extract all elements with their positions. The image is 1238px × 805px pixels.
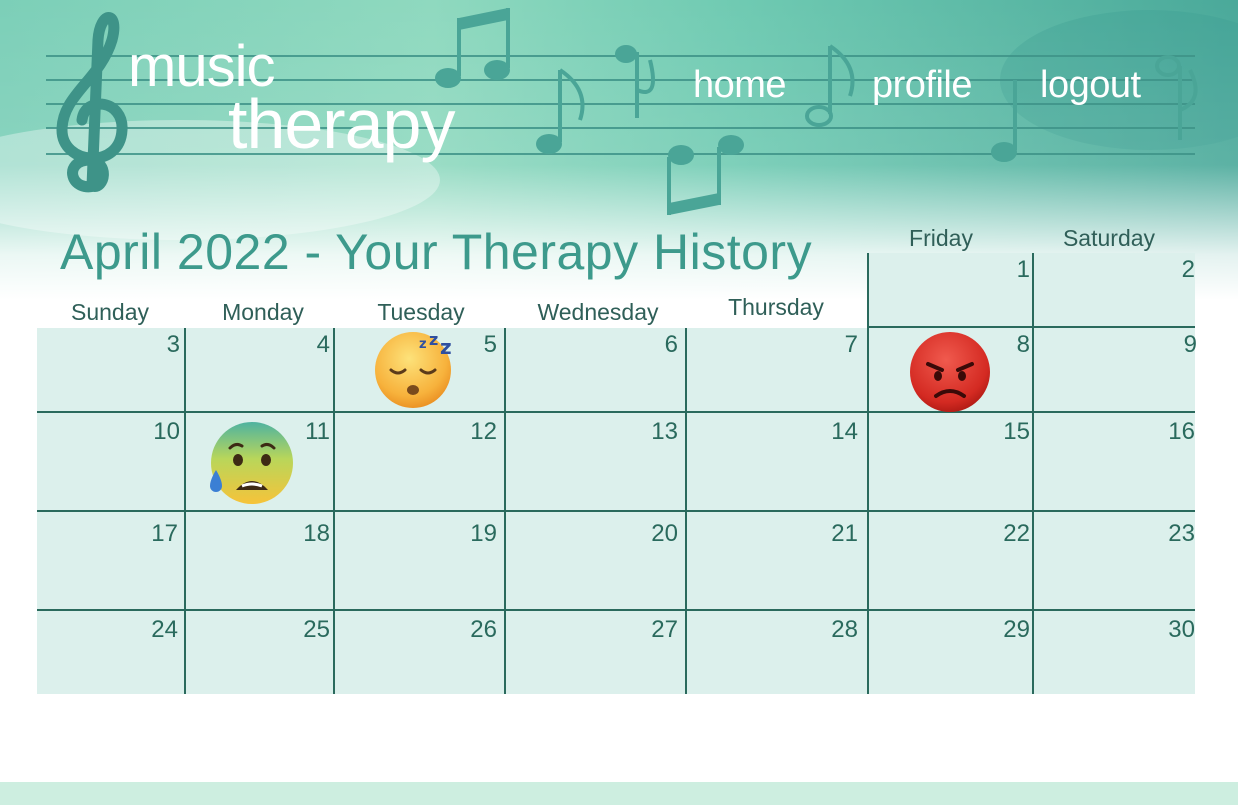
grid-line bbox=[868, 326, 1195, 328]
day-cell-28[interactable]: 28 bbox=[798, 616, 858, 644]
grid-line bbox=[37, 609, 1195, 611]
day-cell-25[interactable]: 25 bbox=[270, 616, 330, 644]
day-cell-1[interactable]: 1 bbox=[970, 256, 1030, 284]
grid-line bbox=[37, 411, 1195, 413]
day-cell-26[interactable]: 26 bbox=[437, 616, 497, 644]
weekday-monday: Monday bbox=[222, 299, 304, 325]
day-cell-21[interactable]: 21 bbox=[798, 520, 858, 548]
angry-face-icon bbox=[910, 332, 990, 412]
grid-line bbox=[1032, 253, 1034, 694]
day-cell-30[interactable]: 30 bbox=[1135, 616, 1195, 644]
day-cell-29[interactable]: 29 bbox=[970, 616, 1030, 644]
svg-text:z: z bbox=[440, 335, 452, 359]
day-cell-3[interactable]: 3 bbox=[120, 331, 180, 359]
day-cell-19[interactable]: 19 bbox=[437, 520, 497, 548]
nav-profile-link[interactable]: profile bbox=[872, 64, 973, 107]
day-cell-23[interactable]: 23 bbox=[1135, 520, 1195, 548]
day-cell-24[interactable]: 24 bbox=[118, 616, 178, 644]
weekday-thursday: Thursday bbox=[728, 294, 824, 320]
day-cell-20[interactable]: 20 bbox=[618, 520, 678, 548]
app-logo[interactable]: music therapy bbox=[128, 38, 455, 163]
weekday-tuesday: Tuesday bbox=[377, 299, 465, 325]
svg-text:z: z bbox=[429, 330, 438, 349]
nav-home-link[interactable]: home bbox=[693, 64, 787, 107]
weekday-saturday: Saturday bbox=[1062, 225, 1156, 251]
day-cell-13[interactable]: 13 bbox=[618, 418, 678, 446]
day-cell-6[interactable]: 6 bbox=[618, 331, 678, 359]
sleeping-face-icon: z z z bbox=[375, 330, 452, 408]
treble-clef-icon bbox=[56, 12, 128, 193]
day-cell-17[interactable]: 17 bbox=[118, 520, 178, 548]
nav-logout-link[interactable]: logout bbox=[1040, 64, 1141, 107]
weekday-wednesday: Wednesday bbox=[537, 299, 659, 325]
grid-line bbox=[37, 510, 1195, 512]
day-cell-15[interactable]: 15 bbox=[970, 418, 1030, 446]
day-cell-9[interactable]: 9 bbox=[1137, 331, 1197, 359]
day-cell-2[interactable]: 2 bbox=[1135, 256, 1195, 284]
day-cell-12[interactable]: 12 bbox=[437, 418, 497, 446]
logo-line-therapy: therapy bbox=[228, 85, 455, 163]
page-title: April 2022 - Your Therapy History bbox=[60, 224, 813, 280]
svg-text:z: z bbox=[419, 337, 427, 352]
weekday-friday: Friday bbox=[909, 225, 973, 251]
day-cell-22[interactable]: 22 bbox=[970, 520, 1030, 548]
footer-bar bbox=[0, 782, 1238, 805]
day-cell-18[interactable]: 18 bbox=[270, 520, 330, 548]
grid-line bbox=[867, 253, 869, 694]
anxious-face-icon bbox=[210, 422, 293, 504]
day-cell-27[interactable]: 27 bbox=[618, 616, 678, 644]
day-cell-4[interactable]: 4 bbox=[270, 331, 330, 359]
weekday-sunday: Sunday bbox=[70, 299, 149, 325]
day-cell-16[interactable]: 16 bbox=[1135, 418, 1195, 446]
day-cell-7[interactable]: 7 bbox=[798, 331, 858, 359]
day-cell-14[interactable]: 14 bbox=[798, 418, 858, 446]
day-cell-10[interactable]: 10 bbox=[120, 418, 180, 446]
